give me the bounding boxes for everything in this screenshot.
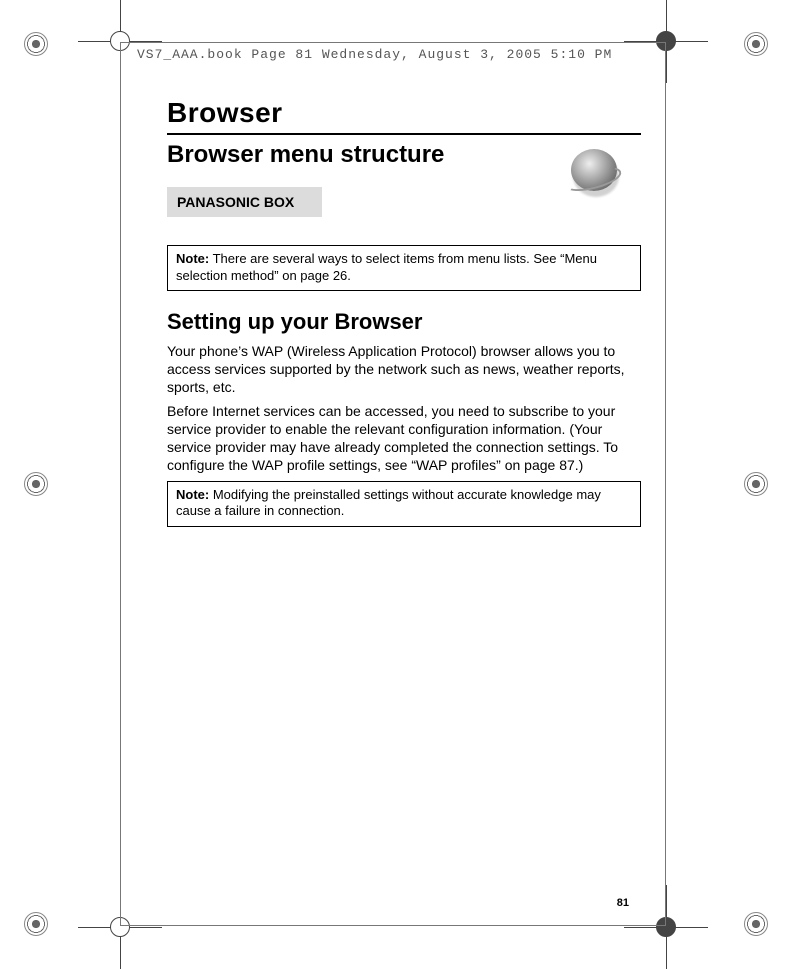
note-box: Note: There are several ways to select i… xyxy=(167,245,641,291)
registration-mark-icon xyxy=(744,912,768,936)
registration-mark-icon xyxy=(24,912,48,936)
note-label: Note: xyxy=(176,487,209,502)
registration-mark-icon xyxy=(24,32,48,56)
title-rule xyxy=(167,133,641,135)
body-paragraph: Before Internet services can be accessed… xyxy=(167,403,629,475)
section-heading: Setting up your Browser xyxy=(167,309,641,335)
note-label: Note: xyxy=(176,251,209,266)
chapter-title: Browser xyxy=(167,97,641,129)
note-box: Note: Modifying the preinstalled setting… xyxy=(167,481,641,527)
section-subtitle: Browser menu structure xyxy=(167,141,641,169)
note-text: Modifying the preinstalled settings with… xyxy=(176,487,601,519)
note-text: There are several ways to select items f… xyxy=(176,251,597,283)
globe-icon xyxy=(571,149,617,191)
panasonic-box-label: PANASONIC BOX xyxy=(167,187,322,217)
page-frame: VS7_AAA.book Page 81 Wednesday, August 3… xyxy=(120,42,666,926)
body-paragraph: Your phone’s WAP (Wireless Application P… xyxy=(167,343,629,397)
page-content: Browser Browser menu structure PANASONIC… xyxy=(167,97,641,545)
page-number: 81 xyxy=(617,897,629,909)
registration-mark-icon xyxy=(24,472,48,496)
registration-mark-icon xyxy=(744,472,768,496)
registration-mark-icon xyxy=(744,32,768,56)
running-header: VS7_AAA.book Page 81 Wednesday, August 3… xyxy=(137,47,649,62)
